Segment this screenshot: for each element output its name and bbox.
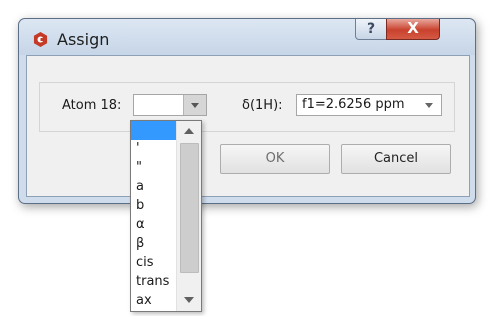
list-item[interactable]: trans xyxy=(131,273,177,292)
dropdown-items: ' " a b α β cis trans ax xyxy=(131,121,177,311)
chevron-down-icon[interactable] xyxy=(425,103,433,108)
list-item[interactable]: ax xyxy=(131,292,177,311)
arrow-down-icon xyxy=(184,297,194,303)
list-item[interactable] xyxy=(131,121,177,140)
arrow-up-icon xyxy=(184,128,194,134)
list-item[interactable]: ' xyxy=(131,140,177,159)
atom-combobox[interactable] xyxy=(133,94,207,116)
atom-dropdown-list[interactable]: ' " a b α β cis trans ax xyxy=(130,120,202,312)
dialog-body: Atom 18: δ(1H): f1=2.6256 ppm OK Cancel xyxy=(26,55,470,197)
atom-label: Atom 18: xyxy=(62,98,122,113)
atom-combobox-dropdown-button[interactable] xyxy=(183,95,206,115)
dropdown-scrollbar[interactable] xyxy=(176,121,201,311)
title-bar[interactable]: Assign ? X xyxy=(19,19,475,55)
list-item[interactable]: cis xyxy=(131,254,177,273)
shift-combobox[interactable]: f1=2.6256 ppm xyxy=(296,94,442,116)
cancel-button[interactable]: Cancel xyxy=(341,144,451,174)
chevron-down-icon xyxy=(191,103,199,108)
scroll-thumb[interactable] xyxy=(180,143,199,273)
app-logo-icon xyxy=(33,32,48,47)
list-item[interactable]: " xyxy=(131,159,177,178)
shift-label: δ(1H): xyxy=(242,98,283,113)
close-button[interactable]: X xyxy=(386,19,440,40)
list-item[interactable]: β xyxy=(131,235,177,254)
list-item[interactable]: b xyxy=(131,197,177,216)
list-item[interactable]: α xyxy=(131,216,177,235)
assign-dialog: Assign ? X Atom 18: δ(1H): f1=2.6256 ppm xyxy=(18,18,476,204)
shift-combobox-value: f1=2.6256 ppm xyxy=(302,97,405,112)
scroll-up-button[interactable] xyxy=(179,123,199,141)
list-item[interactable]: a xyxy=(131,178,177,197)
window-title: Assign xyxy=(57,30,110,49)
help-button[interactable]: ? xyxy=(355,19,387,40)
assignment-group: Atom 18: δ(1H): f1=2.6256 ppm xyxy=(39,82,455,132)
ok-button[interactable]: OK xyxy=(220,144,330,174)
screen: Assign ? X Atom 18: δ(1H): f1=2.6256 ppm xyxy=(0,0,492,316)
scroll-down-button[interactable] xyxy=(179,291,199,309)
